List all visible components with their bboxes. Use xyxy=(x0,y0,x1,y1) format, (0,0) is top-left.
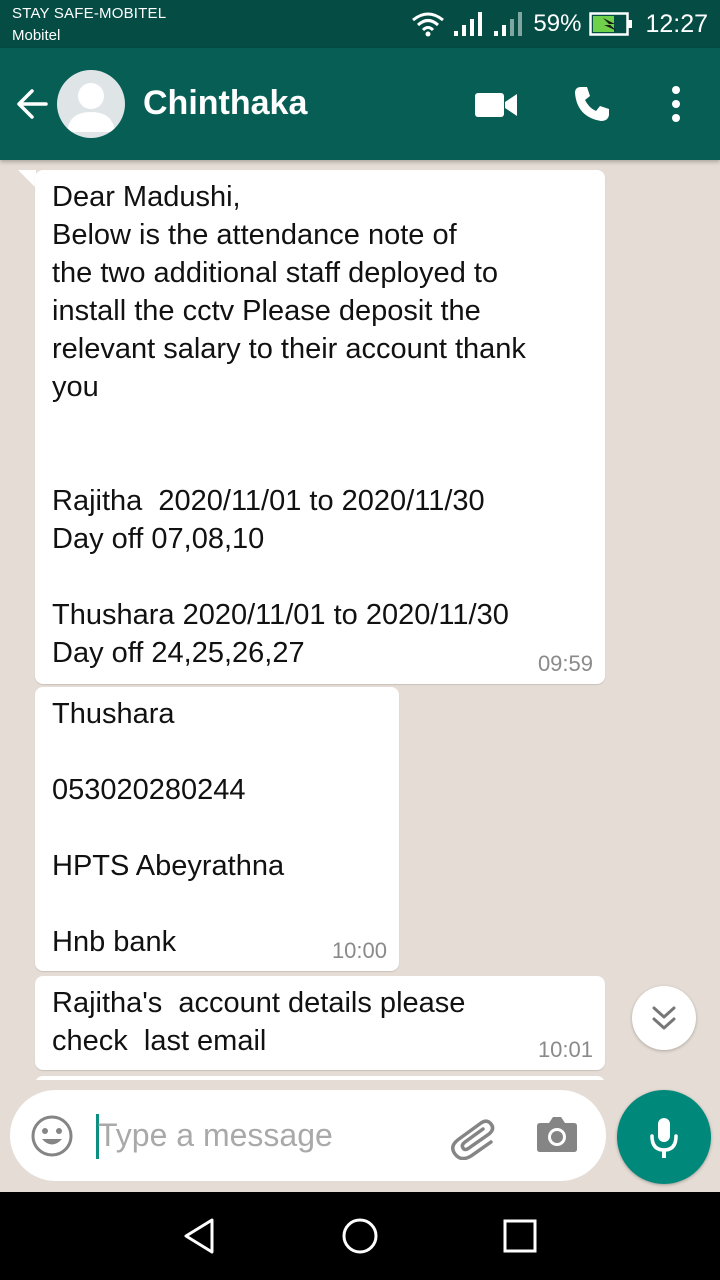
phone-call-icon[interactable] xyxy=(572,84,612,124)
signal-icon xyxy=(454,12,483,36)
message-bubble[interactable]: Thushara 053020280244 HPTS Abeyrathna Hn… xyxy=(35,687,399,971)
wifi-icon xyxy=(412,12,445,37)
message-text: 053020280244 xyxy=(52,774,246,806)
microphone-icon xyxy=(650,1118,678,1158)
nav-home-icon[interactable] xyxy=(340,1216,380,1256)
avatar[interactable] xyxy=(57,70,125,138)
message-bubble[interactable]: Dear Madushi, Below is the attendance no… xyxy=(35,170,605,684)
system-navigation-bar xyxy=(0,1192,720,1280)
status-bar: STAY SAFE-MOBITEL Mobitel 59% 12:27 xyxy=(0,0,720,48)
message-bubble-partial[interactable] xyxy=(35,1076,605,1080)
back-arrow-icon[interactable] xyxy=(14,86,50,122)
message-text: Rajitha 2020/11/01 to 2020/11/30 xyxy=(52,485,485,517)
message-text: the two additional staff deployed to xyxy=(52,257,499,289)
scroll-to-bottom-button[interactable] xyxy=(632,986,696,1050)
message-text: Day off 24,25,26,27 xyxy=(52,637,305,669)
message-timestamp: 10:00 xyxy=(331,938,387,963)
message-timestamp: 09:59 xyxy=(537,651,593,676)
video-call-icon[interactable] xyxy=(474,92,518,118)
network-name: Mobitel xyxy=(12,27,61,44)
message-bubble[interactable]: Rajitha's account details please check l… xyxy=(35,976,605,1070)
message-text xyxy=(52,885,383,923)
message-text: you xyxy=(52,371,99,403)
message-text xyxy=(52,809,383,847)
clock: 12:27 xyxy=(645,9,708,38)
message-text: Day off 07,08,10 xyxy=(52,523,265,555)
message-input[interactable] xyxy=(98,1110,398,1160)
chevron-double-down-icon xyxy=(652,1006,676,1030)
camera-icon[interactable] xyxy=(536,1114,578,1154)
signal-weak-icon xyxy=(494,12,523,36)
nav-recents-icon[interactable] xyxy=(502,1216,538,1256)
bubble-tail xyxy=(18,170,36,188)
message-text: HPTS Abeyrathna xyxy=(52,850,285,882)
message-text: Below is the attendance note of xyxy=(52,219,457,251)
chat-header: Chinthaka xyxy=(0,48,720,160)
message-text xyxy=(52,733,383,771)
message-text: relevant salary to their account thank xyxy=(52,333,526,365)
nav-back-icon[interactable] xyxy=(180,1216,220,1256)
message-composer xyxy=(10,1090,606,1181)
message-text xyxy=(52,558,589,596)
message-text: Thushara xyxy=(52,698,175,730)
message-text: Thushara 2020/11/01 to 2020/11/30 xyxy=(52,599,509,631)
voice-message-button[interactable] xyxy=(617,1090,711,1184)
message-text: Rajitha's account details please xyxy=(52,987,466,1019)
default-avatar-icon xyxy=(67,83,115,132)
emoji-icon[interactable] xyxy=(30,1114,74,1158)
message-text: Dear Madushi, xyxy=(52,181,241,213)
message-timestamp: 10:01 xyxy=(537,1037,593,1062)
message-text: check last email xyxy=(52,1025,267,1057)
message-text: install the cctv Please deposit the xyxy=(52,295,481,327)
message-list[interactable]: Dear Madushi, Below is the attendance no… xyxy=(0,160,720,1080)
status-icons: 59% 12:27 xyxy=(411,8,708,40)
attach-icon[interactable] xyxy=(447,1112,497,1160)
message-text xyxy=(52,444,589,482)
more-options-icon[interactable] xyxy=(668,86,684,122)
contact-name[interactable]: Chinthaka xyxy=(143,84,307,123)
message-text xyxy=(52,406,589,444)
battery-percent: 59% xyxy=(533,10,582,37)
battery-charging-icon xyxy=(589,12,633,36)
carrier-name: STAY SAFE-MOBITEL xyxy=(12,5,167,22)
